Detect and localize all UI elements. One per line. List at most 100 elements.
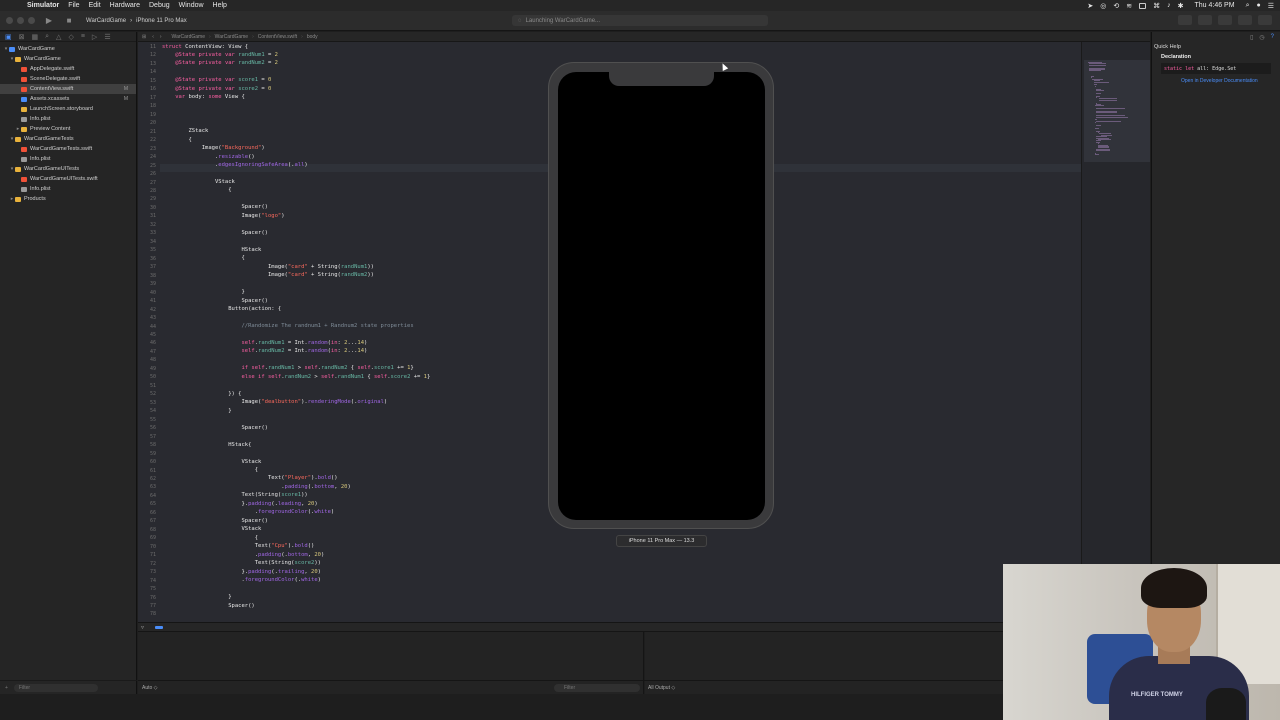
code-review-button[interactable] bbox=[1198, 15, 1212, 25]
hide-debug-area-icon[interactable]: ▿ bbox=[141, 624, 144, 631]
menubar-clock[interactable]: Thu 4:46 PM bbox=[1194, 2, 1234, 9]
code-line[interactable]: .edgesIgnoringSafeArea(.all) bbox=[162, 162, 308, 168]
file-tree-item[interactable]: ▾ WarCardGame bbox=[0, 54, 136, 64]
breakpoint-toggle-icon[interactable] bbox=[155, 626, 163, 629]
code-line[interactable]: //Randomize The randnum1 + Randnum2 stat… bbox=[162, 323, 413, 329]
simulator-screen[interactable] bbox=[558, 72, 765, 520]
related-items-icon[interactable]: ⊞ bbox=[142, 34, 146, 40]
code-line[interactable]: @State private var randNum1 = 2 bbox=[162, 52, 278, 58]
code-line[interactable]: .foregroundColor(.white) bbox=[162, 577, 321, 583]
add-icon[interactable]: + bbox=[5, 685, 8, 691]
code-line[interactable]: @State private var randNum2 = 2 bbox=[162, 60, 278, 66]
code-line[interactable]: @State private var score1 = 0 bbox=[162, 77, 271, 83]
code-line[interactable]: .padding(.bottom, 20) bbox=[162, 484, 351, 490]
siri-icon[interactable]: ● bbox=[1256, 2, 1260, 9]
file-tree-item[interactable]: Info.plist bbox=[0, 184, 136, 194]
battery-icon[interactable] bbox=[1139, 2, 1147, 9]
code-line[interactable]: .padding(.bottom, 20) bbox=[162, 552, 325, 558]
breakpoint-icon[interactable]: ▷ bbox=[92, 33, 97, 41]
back-icon[interactable]: ‹ bbox=[152, 34, 154, 40]
code-line[interactable]: Text("Player").bold() bbox=[162, 475, 338, 481]
keyboard-icon[interactable]: ⌘ bbox=[1153, 2, 1160, 10]
symbol-icon[interactable]: ▦ bbox=[32, 33, 39, 41]
file-tree-item[interactable]: ▾ WarCardGameTests bbox=[0, 134, 136, 144]
wifi-icon[interactable]: ≋ bbox=[1126, 2, 1132, 10]
code-line[interactable]: VStack bbox=[162, 459, 261, 465]
scheme-name[interactable]: WarCardGame bbox=[86, 18, 126, 24]
quick-help-icon[interactable]: ? bbox=[1271, 34, 1274, 40]
code-line[interactable]: if self.randNum1 > self.randNum2 { self.… bbox=[162, 365, 413, 371]
menu-debug[interactable]: Debug bbox=[149, 2, 170, 9]
code-line[interactable]: .resizable() bbox=[162, 154, 255, 160]
notification-center-icon[interactable]: ☰ bbox=[1268, 2, 1274, 10]
folder-icon[interactable]: ▣ bbox=[5, 33, 12, 41]
menu-window[interactable]: Window bbox=[179, 2, 204, 9]
code-line[interactable]: Spacer() bbox=[162, 603, 255, 609]
toggle-navigator-button[interactable] bbox=[1218, 15, 1232, 25]
code-line[interactable]: Button(action: { bbox=[162, 306, 281, 312]
code-line[interactable]: Spacer() bbox=[162, 230, 268, 236]
volume-icon[interactable]: ♪ bbox=[1167, 2, 1171, 9]
file-tree-item[interactable]: ▾ WarCardGame bbox=[0, 44, 136, 54]
code-line[interactable]: self.randNum2 = Int.random(in: 2...14) bbox=[162, 348, 367, 354]
file-tree-item[interactable]: Info.plist bbox=[0, 114, 136, 124]
code-line[interactable]: Spacer() bbox=[162, 204, 268, 210]
code-line[interactable]: self.randNum1 = Int.random(in: 2...14) bbox=[162, 340, 367, 346]
file-tree-item[interactable]: SceneDelegate.swift bbox=[0, 74, 136, 84]
display-icon[interactable]: ◎ bbox=[1100, 2, 1106, 10]
spotlight-search-icon[interactable]: ⌕ bbox=[1246, 2, 1250, 10]
code-line[interactable]: Image("card" + String(randNum1)) bbox=[162, 264, 374, 270]
menu-edit[interactable]: Edit bbox=[89, 2, 101, 9]
file-tree-item[interactable]: ▸ Preview Content bbox=[0, 124, 136, 134]
file-tree-item[interactable]: LaunchScreen.storyboard bbox=[0, 104, 136, 114]
file-tree-item[interactable]: ContentView.swift M bbox=[0, 84, 136, 94]
code-line[interactable]: else if self.randNum2 > self.randNum1 { … bbox=[162, 374, 430, 380]
scheme-selector[interactable]: WarCardGame › iPhone 11 Pro Max bbox=[86, 15, 187, 26]
file-tree-item[interactable]: AppDelegate.swift bbox=[0, 64, 136, 74]
code-line[interactable]: ZStack bbox=[162, 128, 208, 134]
menu-help[interactable]: Help bbox=[213, 2, 227, 9]
code-line[interactable]: Spacer() bbox=[162, 518, 268, 524]
file-tree-item[interactable]: WarCardGameUITests.swift bbox=[0, 174, 136, 184]
code-line[interactable]: }) { bbox=[162, 391, 241, 397]
close-window-button[interactable] bbox=[6, 17, 13, 24]
toggle-inspector-button[interactable] bbox=[1258, 15, 1272, 25]
code-line[interactable]: @State private var score2 = 0 bbox=[162, 86, 271, 92]
history-icon[interactable]: ◷ bbox=[1259, 34, 1264, 41]
device-name[interactable]: iPhone 11 Pro Max bbox=[136, 18, 187, 24]
forward-icon[interactable]: › bbox=[160, 34, 162, 40]
minimize-window-button[interactable] bbox=[17, 17, 24, 24]
breadcrumb-group[interactable]: WarCardGame bbox=[215, 34, 248, 40]
code-line[interactable]: { bbox=[162, 137, 191, 143]
report-icon[interactable]: ☰ bbox=[104, 33, 110, 41]
breadcrumb-project[interactable]: WarCardGame bbox=[172, 34, 205, 40]
code-line[interactable]: Spacer() bbox=[162, 425, 268, 431]
menu-app-simulator[interactable]: Simulator bbox=[27, 2, 59, 9]
file-tree-item[interactable]: Info.plist bbox=[0, 154, 136, 164]
navigator-filter-input[interactable]: Filter bbox=[13, 683, 98, 692]
menu-hardware[interactable]: Hardware bbox=[110, 2, 140, 9]
source-control-icon[interactable]: ⊠ bbox=[19, 33, 25, 41]
code-line[interactable]: Image("card" + String(randNum2)) bbox=[162, 272, 374, 278]
code-line[interactable]: Text(String(score1)) bbox=[162, 492, 307, 498]
code-line[interactable]: Spacer() bbox=[162, 298, 268, 304]
run-icon[interactable]: ▶ bbox=[44, 16, 54, 25]
code-line[interactable]: var body: some View { bbox=[162, 94, 245, 100]
toggle-debug-area-button[interactable] bbox=[1238, 15, 1252, 25]
code-line[interactable]: { bbox=[162, 467, 258, 473]
code-line[interactable]: Image("logo") bbox=[162, 213, 284, 219]
menu-file[interactable]: File bbox=[68, 2, 79, 9]
code-line[interactable]: Image("Background") bbox=[162, 145, 265, 151]
test-icon[interactable]: ◇ bbox=[68, 33, 73, 41]
code-line[interactable]: Image("dealbutton").renderingMode(.origi… bbox=[162, 399, 387, 405]
file-tree-item[interactable]: ▸ Products bbox=[0, 194, 136, 204]
time-machine-icon[interactable]: ⟲ bbox=[1113, 2, 1119, 10]
code-line[interactable]: HStack bbox=[162, 247, 261, 253]
code-line[interactable]: VStack bbox=[162, 526, 261, 532]
code-line[interactable]: { bbox=[162, 187, 231, 193]
code-line[interactable]: } bbox=[162, 594, 231, 600]
variables-scope-selector[interactable]: Auto ◇ bbox=[142, 685, 158, 691]
issue-icon[interactable]: △ bbox=[56, 33, 61, 41]
code-line[interactable]: Text("Cpu").bold() bbox=[162, 543, 315, 549]
bluetooth-icon[interactable]: ✱ bbox=[1178, 2, 1184, 10]
